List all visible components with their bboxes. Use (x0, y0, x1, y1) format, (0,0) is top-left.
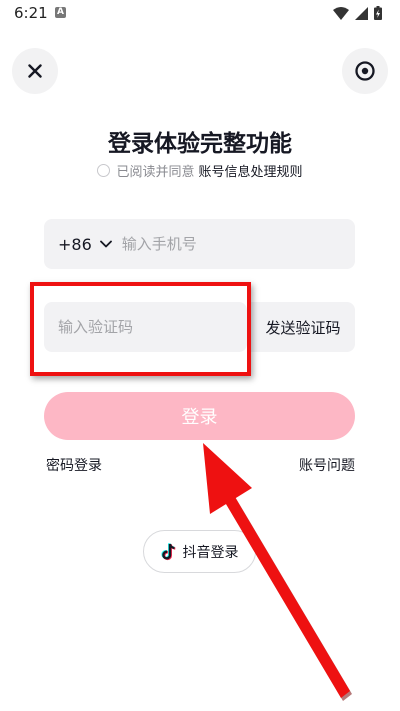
status-time: 6:21 (14, 4, 48, 22)
agreement-text: 已阅读并同意 (116, 165, 195, 180)
annotation-arrow (203, 443, 352, 701)
country-code-selector[interactable]: +86 (58, 235, 92, 254)
chevron-down-icon[interactable] (99, 240, 112, 248)
agreement-link[interactable]: 账号信息处理规则 (199, 161, 303, 180)
target-icon (355, 61, 375, 81)
phone-input[interactable] (121, 235, 322, 253)
verification-code-input[interactable] (58, 318, 233, 336)
code-field (44, 302, 247, 352)
agreement-row: 已阅读并同意 账号信息处理规则 (0, 161, 400, 180)
notification-badge: A (55, 7, 66, 18)
settings-button[interactable] (342, 48, 388, 94)
douyin-login-label: 抖音登录 (182, 544, 239, 561)
login-button[interactable]: 登录 (44, 392, 355, 440)
wifi-icon (333, 6, 349, 20)
agreement-checkbox[interactable] (97, 164, 111, 177)
close-button[interactable] (12, 48, 58, 94)
page-title: 登录体验完整功能 (108, 131, 292, 157)
phone-field: +86 (44, 219, 355, 269)
signal-icon (355, 6, 368, 20)
account-issue-link[interactable]: 账号问题 (299, 455, 355, 475)
status-bar: 6:21 A (0, 0, 400, 28)
send-code-button[interactable]: 发送验证码 (251, 302, 355, 352)
douyin-login-button[interactable]: 抖音登录 (143, 530, 256, 573)
status-icons (333, 5, 382, 21)
close-icon (28, 64, 42, 78)
tiktok-note-icon (160, 542, 175, 560)
battery-charging-icon (374, 6, 382, 20)
password-login-link[interactable]: 密码登录 (46, 455, 102, 475)
